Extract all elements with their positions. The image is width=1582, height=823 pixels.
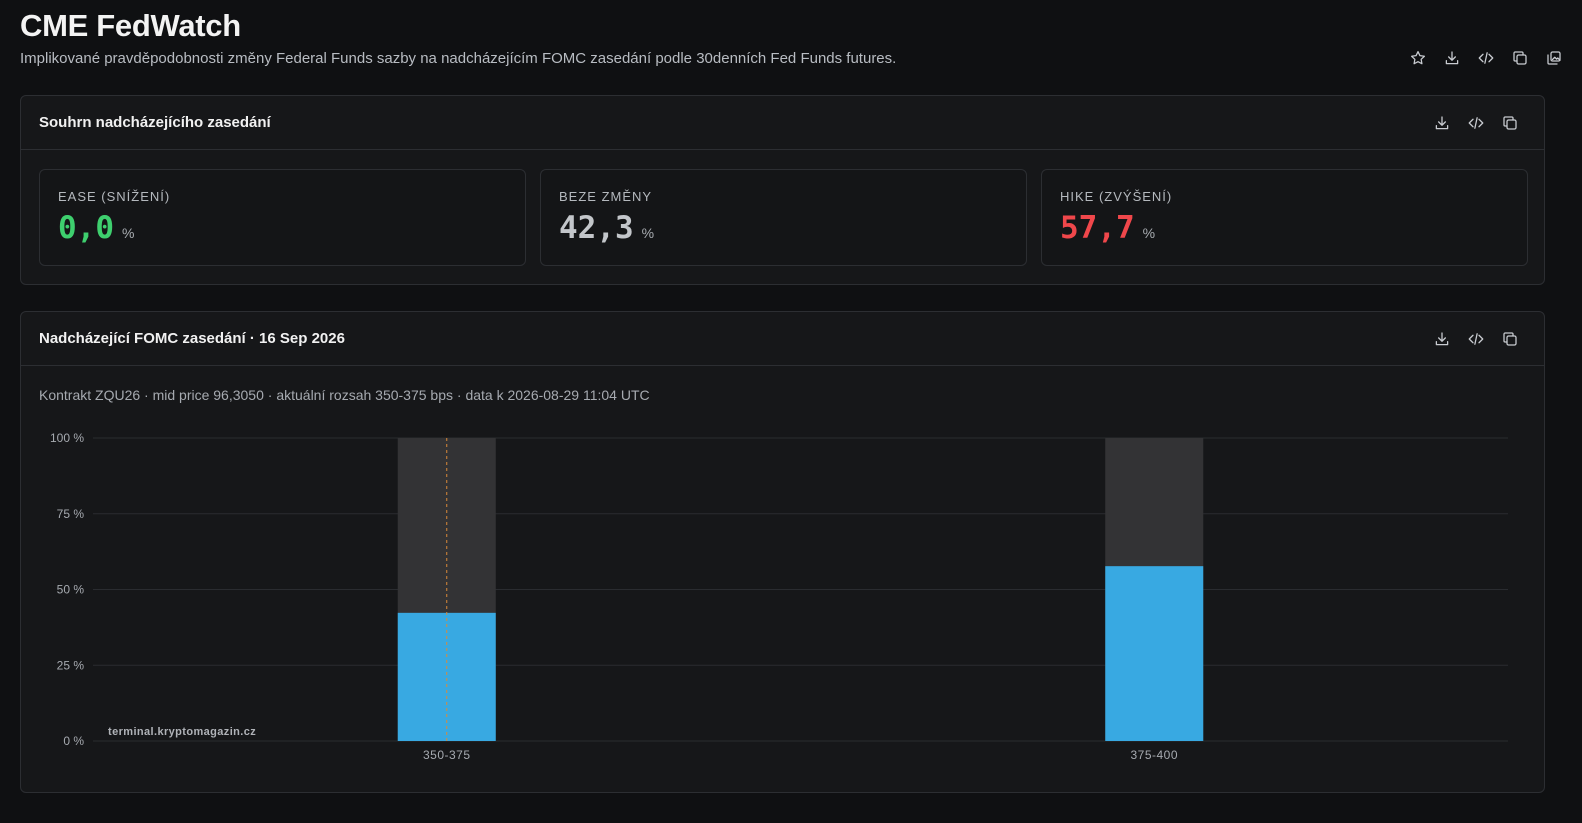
stat-value: 42,3 [559,210,634,246]
chart-caption: Kontrakt ZQU26 · mid price 96,3050 · akt… [39,387,650,403]
fomc-title: Nadcházející FOMC zasedání · 16 Sep 2026 [39,330,345,347]
summary-card: Souhrn nadcházejícího zasedání EASE (SNÍ… [20,95,1545,285]
page-title: CME FedWatch [20,8,241,43]
copy-icon[interactable] [1500,113,1520,133]
stat-hike: HIKE (ZVÝŠENÍ) 57,7 % [1041,169,1528,266]
download-icon[interactable] [1432,329,1452,349]
watermark: terminal.kryptomagazin.cz [108,726,256,738]
stat-ease: EASE (SNÍŽENÍ) 0,0 % [39,169,526,266]
stat-value: 57,7 [1060,210,1135,246]
summary-toolbar [1432,113,1520,133]
stat-label: EASE (SNÍŽENÍ) [58,189,171,204]
page-subtitle: Implikované pravděpodobnosti změny Feder… [20,50,897,67]
star-icon[interactable] [1408,48,1428,68]
y-tick-layer: 0 % 25 % 50 % 75 % 100 % [50,431,84,748]
summary-title: Souhrn nadcházejícího zasedání [39,114,271,131]
download-icon[interactable] [1442,48,1462,68]
stat-unit: % [1142,225,1156,241]
y-tick-label: 25 % [57,658,85,672]
grid-layer [93,437,1508,742]
copy-icon[interactable] [1500,329,1520,349]
summary-card-header: Souhrn nadcházejícího zasedání [21,96,1544,150]
stat-value: 0,0 [58,210,114,246]
code-icon[interactable] [1476,48,1496,68]
y-tick-label: 0 % [63,734,84,748]
page-header: CME FedWatch Implikované pravděpodobnost… [20,6,1564,86]
code-icon[interactable] [1466,329,1486,349]
stat-label: HIKE (ZVÝŠENÍ) [1060,189,1173,204]
fomc-card: Nadcházející FOMC zasedání · 16 Sep 2026… [20,311,1545,793]
y-tick-label: 50 % [57,583,85,597]
download-icon[interactable] [1432,113,1452,133]
page-toolbar [1408,48,1564,68]
stat-unit: % [122,225,135,241]
bar-375-400[interactable] [1105,566,1204,741]
stat-no-change: BEZE ZMĚNY 42,3 % [540,169,1027,266]
code-icon[interactable] [1466,113,1486,133]
x-tick-layer: 350-375 375-400 [423,748,1178,762]
x-tick-label: 375-400 [1130,748,1178,762]
fomc-card-header: Nadcházející FOMC zasedání · 16 Sep 2026 [21,312,1544,366]
stat-row: EASE (SNÍŽENÍ) 0,0 % BEZE ZMĚNY 42,3 % H… [39,169,1528,266]
copy-image-icon[interactable] [1544,48,1564,68]
copy-icon[interactable] [1510,48,1530,68]
fomc-toolbar [1432,329,1520,349]
y-tick-label: 100 % [50,431,84,445]
stat-unit: % [641,225,655,241]
x-tick-label: 350-375 [423,748,471,762]
probability-bar-chart: 0 % 25 % 50 % 75 % 100 % 350-375 375-400 term… [50,431,1508,762]
stat-label: BEZE ZMĚNY [559,189,653,204]
y-tick-label: 75 % [57,507,85,521]
